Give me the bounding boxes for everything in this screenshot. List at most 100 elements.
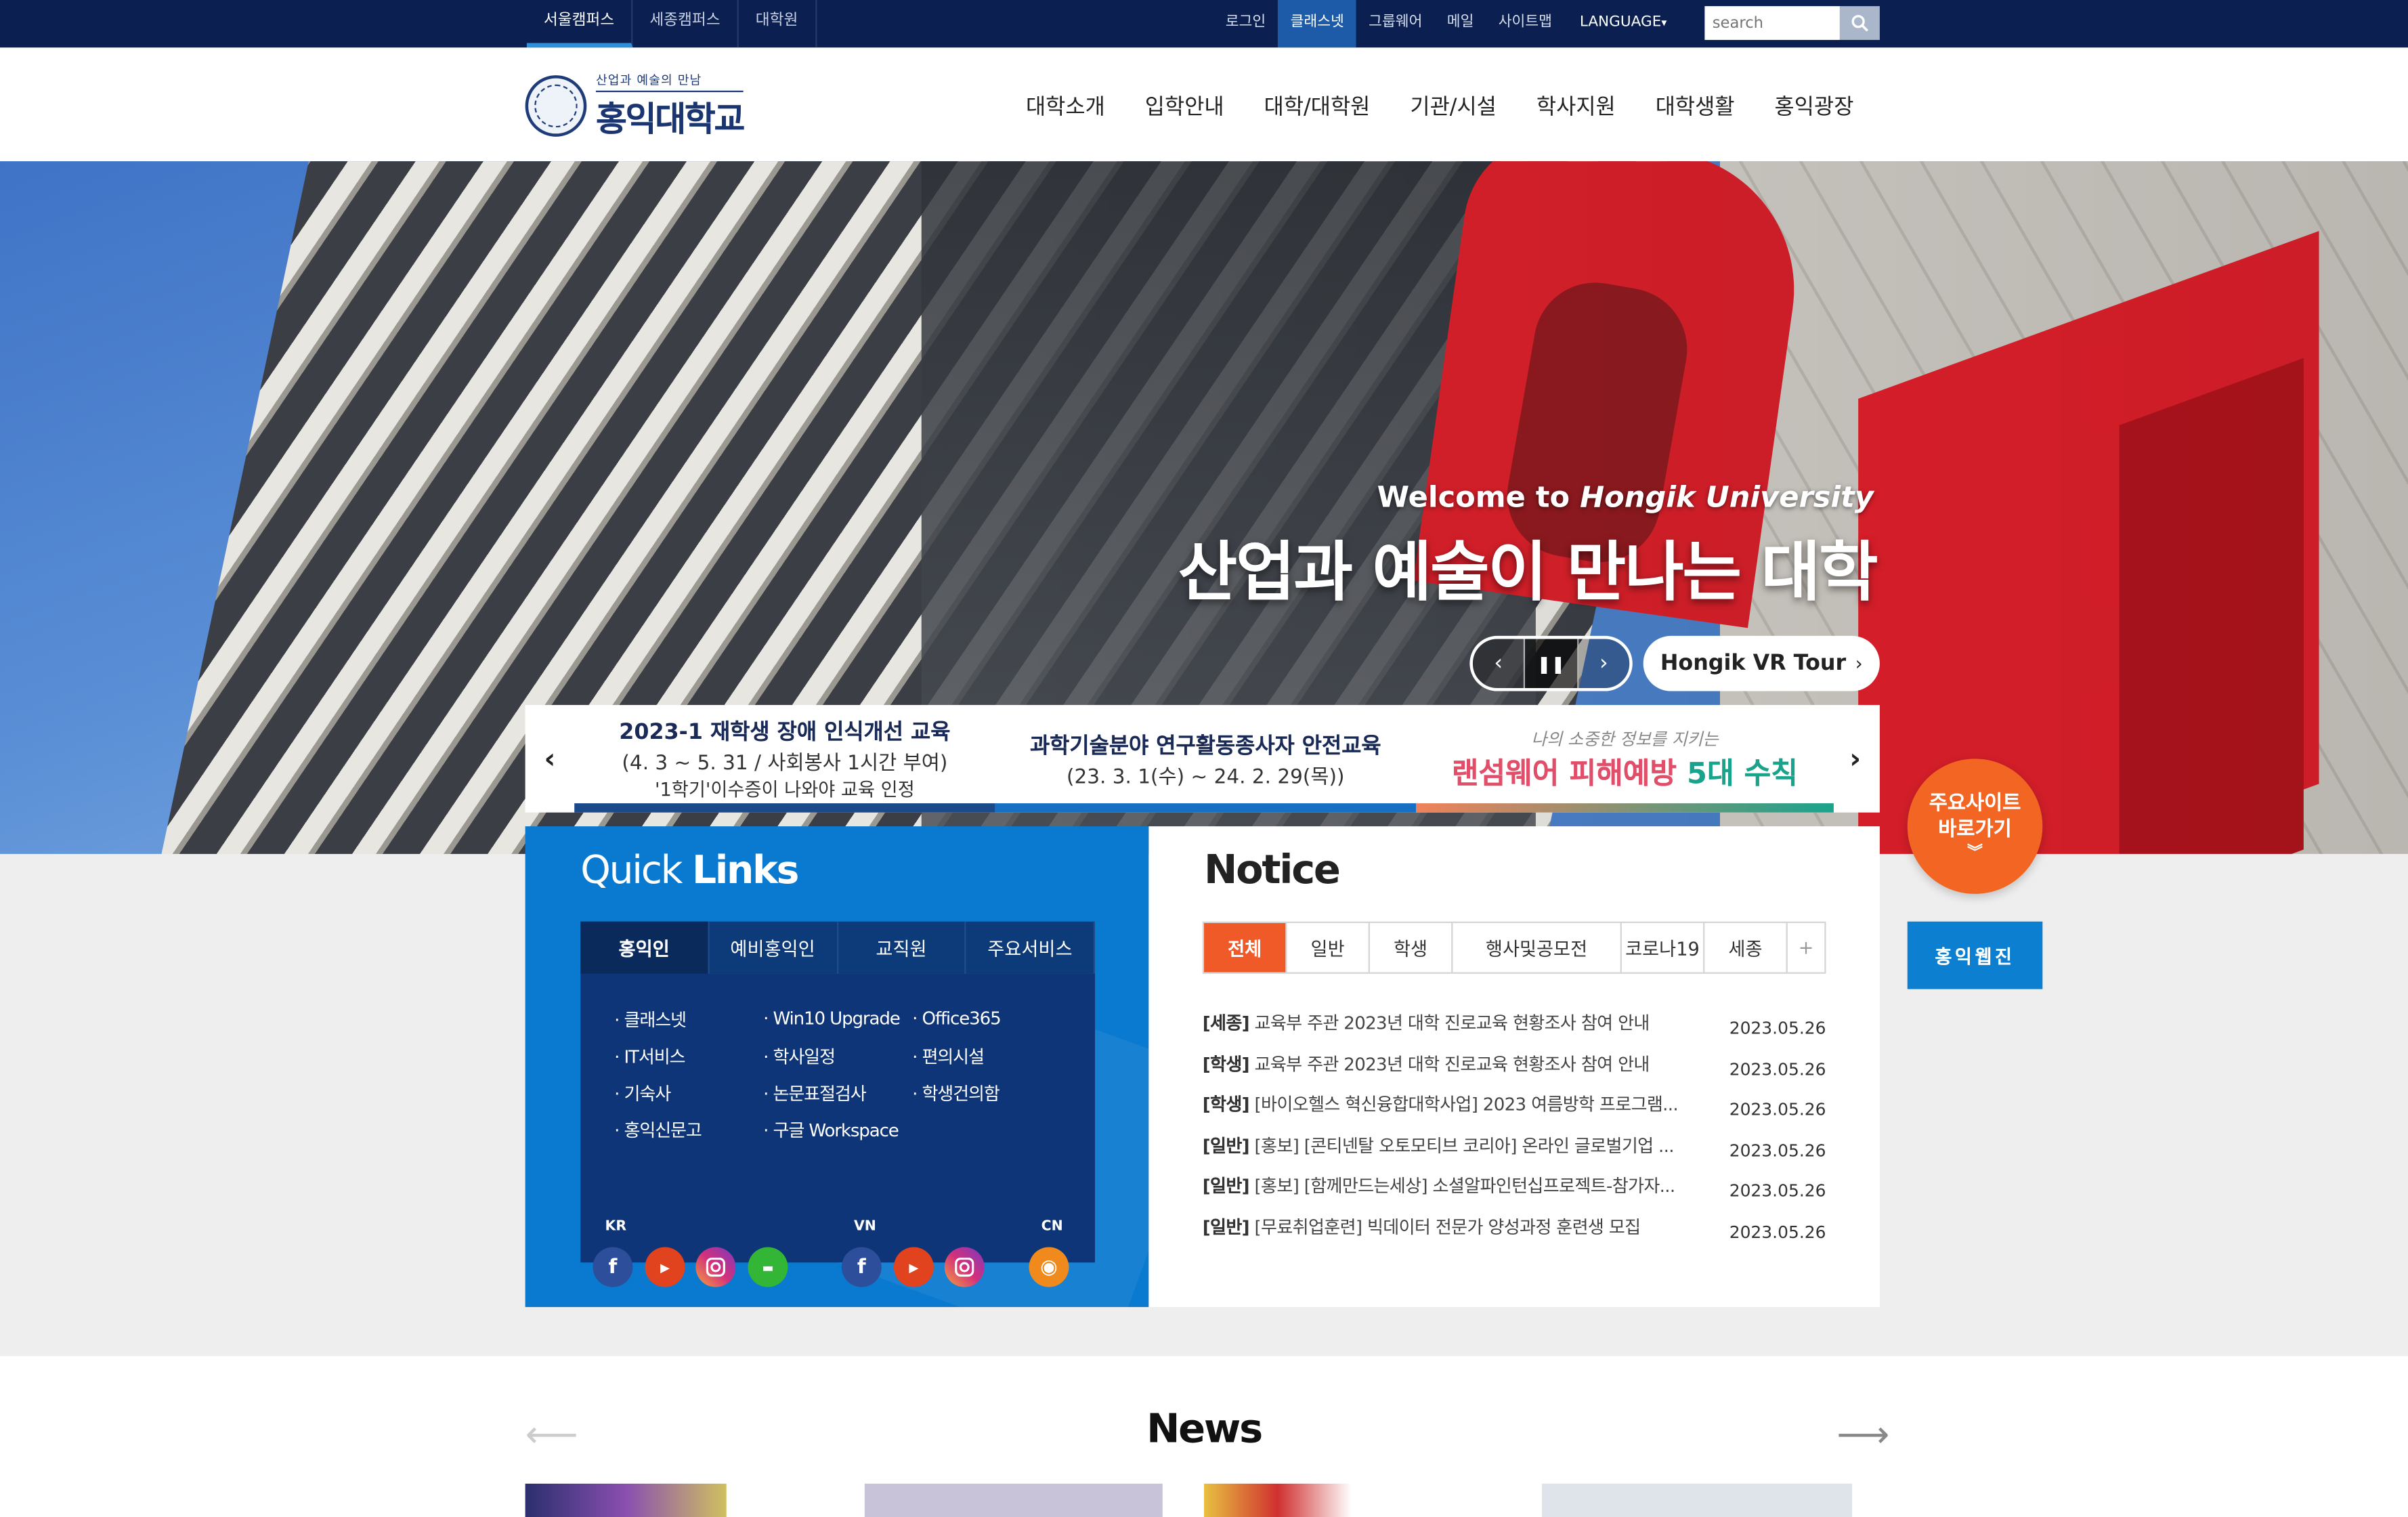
nav-plaza[interactable]: 홍익광장 <box>1755 91 1874 121</box>
notice-item[interactable]: [세종] 교육부 주관 2023년 대학 진로교육 현황조사 참여 안내 2023… <box>1203 1008 1826 1048</box>
groupware-link[interactable]: 그룹웨어 <box>1356 0 1435 47</box>
news-thumbnail[interactable] <box>864 1483 1163 1517</box>
notice-item[interactable]: [학생] 교육부 주관 2023년 대학 진로교육 현황조사 참여 안내 2023… <box>1203 1048 1826 1089</box>
notice-item[interactable]: [일반] [무료취업훈련] 빅데이터 전문가 양성과정 훈련생 모집 2023.0… <box>1203 1211 1826 1252</box>
quick-link-it-service[interactable]: · IT서비스 <box>614 1044 702 1081</box>
banner-item-ransomware[interactable]: 나의 소중한 정보를 지키는 랜섬웨어 피해예방 5대 수칙 <box>1416 705 1834 813</box>
chevron-right-icon: › <box>1849 742 1862 775</box>
weibo-icon[interactable]: ◉ <box>1029 1247 1069 1287</box>
news-thumbnail[interactable] <box>525 1483 727 1517</box>
youtube-icon[interactable]: ▶ <box>645 1247 685 1287</box>
tab-main-services[interactable]: 주요서비스 <box>966 921 1096 974</box>
notice-text: [홍보] [함께만드는세상] 소셜알파인턴십프로젝트-참가자... <box>1249 1174 1675 1197</box>
social-label-cn: CN <box>1035 1219 1069 1235</box>
news-prev-button[interactable]: ⟵ <box>525 1413 578 1456</box>
banner-underline <box>995 803 1417 813</box>
tab-prospective-students[interactable]: 예비홍익인 <box>709 921 838 974</box>
vr-tour-label: Hongik VR Tour <box>1660 651 1847 676</box>
quick-link-dormitory[interactable]: · 기숙사 <box>614 1082 702 1118</box>
quick-link-office365[interactable]: · Office365 <box>912 1008 1002 1044</box>
university-logo[interactable]: 산업과 예술의 만남 홍익대학교 <box>525 73 802 139</box>
nav-academic[interactable]: 학사지원 <box>1516 91 1635 121</box>
slider-pause-button[interactable]: ❚❚ <box>1525 639 1578 689</box>
social-label-kr: KR <box>599 1219 633 1235</box>
banner-prev-button[interactable]: ‹ <box>525 705 575 813</box>
instagram-icon[interactable] <box>944 1247 985 1287</box>
banner-kicker: 나의 소중한 정보를 지키는 <box>1531 729 1719 749</box>
classnet-link[interactable]: 클래스넷 <box>1278 0 1357 48</box>
search-button[interactable] <box>1839 6 1880 40</box>
quick-link-academic-calendar[interactable]: · 학사일정 <box>763 1044 900 1081</box>
youtube-icon[interactable]: ▶ <box>893 1247 934 1287</box>
instagram-icon[interactable] <box>695 1247 736 1287</box>
banner-underline <box>1416 803 1834 813</box>
mail-link[interactable]: 메일 <box>1435 0 1486 47</box>
webzine-button[interactable]: 홍익웹진 <box>1907 921 2043 989</box>
news-next-button[interactable]: ⟶ <box>1836 1413 1889 1456</box>
quick-link-amenities[interactable]: · 편의시설 <box>912 1044 1000 1081</box>
notice-item[interactable]: [학생] [바이오헬스 혁신융합대학사업] 2023 여름방학 프로그램... 2… <box>1203 1089 1826 1130</box>
nav-campus-life[interactable]: 대학생활 <box>1635 91 1755 121</box>
quick-link-win10[interactable]: · Win10 Upgrade <box>763 1008 901 1044</box>
notice-title: Notice <box>1204 847 1341 894</box>
main-sites-shortcut-button[interactable]: 주요사이트 바로가기 ︾ <box>1907 758 2043 894</box>
quick-links-tabs: 홍익인 예비홍익인 교직원 주요서비스 <box>580 921 1096 974</box>
more-notices-button[interactable]: + <box>1788 923 1824 973</box>
tab-sejong-campus[interactable]: 세종캠퍼스 <box>632 0 739 48</box>
news-thumbnail[interactable] <box>1204 1483 1352 1517</box>
banner-item-safety-education[interactable]: 과학기술분야 연구활동종사자 안전교육 (23. 3. 1(수) ~ 24. 2… <box>995 705 1417 813</box>
notice-item[interactable]: [일반] [홍보] [콘티넨탈 오토모티브 코리아] 온라인 글로벌기업 ...… <box>1203 1130 1826 1170</box>
language-label: LANGUAGE <box>1579 14 1662 31</box>
tab-graduate-school[interactable]: 대학원 <box>739 0 817 48</box>
facebook-icon[interactable]: f <box>841 1247 882 1287</box>
quick-link-suggestion-box[interactable]: · 학생건의함 <box>912 1082 1000 1118</box>
notice-list: [세종] 교육부 주관 2023년 대학 진로교육 현황조사 참여 안내 2023… <box>1203 1008 1826 1252</box>
nav-colleges[interactable]: 대학/대학원 <box>1244 91 1390 121</box>
notice-date: 2023.05.26 <box>1729 1099 1826 1120</box>
quick-title-part-b: Links <box>692 847 799 893</box>
tab-covid19[interactable]: 코로나19 <box>1622 923 1705 973</box>
hero-welcome-text: Welcome to Hongik University <box>1167 481 1874 515</box>
tab-all[interactable]: 전체 <box>1204 923 1287 973</box>
tab-seoul-campus[interactable]: 서울캠퍼스 <box>526 0 633 48</box>
news-thumbnail[interactable] <box>1541 1483 1853 1517</box>
quick-links-column-3: · Office365 · 편의시설 · 학생건의함 <box>912 1008 1002 1118</box>
quick-link-classnet[interactable]: · 클래스넷 <box>614 1008 702 1044</box>
tab-general[interactable]: 일반 <box>1287 923 1370 973</box>
notice-item[interactable]: [일반] [홍보] [함께만드는세상] 소셜알파인턴십프로젝트-참가자... 20… <box>1203 1170 1826 1211</box>
arrow-left-icon: ⟵ <box>525 1413 578 1456</box>
notice-text: [바이오헬스 혁신융합대학사업] 2023 여름방학 프로그램... <box>1249 1093 1679 1115</box>
line-icon[interactable]: ▬ <box>748 1247 788 1287</box>
quick-links-column-1: · 클래스넷 · IT서비스 · 기숙사 · 홍익신문고 <box>614 1008 702 1155</box>
quick-link-google-workspace[interactable]: · 구글 Workspace <box>763 1118 900 1155</box>
tab-hongik-members[interactable]: 홍익인 <box>580 921 710 974</box>
tab-student[interactable]: 학생 <box>1370 923 1453 973</box>
notice-text: [홍보] [콘티넨탈 오토모티브 코리아] 온라인 글로벌기업 ... <box>1249 1134 1674 1156</box>
quick-link-petition[interactable]: · 홍익신문고 <box>614 1118 702 1155</box>
slider-next-button[interactable]: › <box>1578 639 1630 688</box>
main-navigation: 대학소개 입학안내 대학/대학원 기관/시설 학사지원 대학생활 홍익광장 <box>1006 91 1873 121</box>
banner-title: 2023-1 재학생 장애 인식개선 교육 <box>619 720 951 745</box>
nav-about[interactable]: 대학소개 <box>1006 91 1125 121</box>
notice-text: [무료취업훈련] 빅데이터 전문가 양성과정 훈련생 모집 <box>1249 1216 1641 1237</box>
slider-prev-button[interactable]: ‹ <box>1473 639 1526 689</box>
language-dropdown[interactable]: LANGUAGE▾ <box>1564 0 1682 47</box>
nav-admission[interactable]: 입학안내 <box>1125 91 1244 121</box>
banner-next-button[interactable]: › <box>1830 705 1880 813</box>
nav-facilities[interactable]: 기관/시설 <box>1390 91 1517 121</box>
tab-sejong[interactable]: 세종 <box>1704 923 1788 973</box>
sitemap-link[interactable]: 사이트맵 <box>1486 0 1565 47</box>
banner-subtitle: (23. 3. 1(수) ~ 24. 2. 29(목)) <box>1067 765 1345 789</box>
facebook-icon[interactable]: f <box>593 1247 633 1287</box>
quick-link-plagiarism-check[interactable]: · 논문표절검사 <box>763 1082 900 1118</box>
notice-category: [일반] <box>1202 1174 1250 1197</box>
banner-item-disability-education[interactable]: 2023-1 재학생 장애 인식개선 교육 (4. 3 ~ 5. 31 / 사회… <box>574 705 995 813</box>
search-input[interactable] <box>1704 6 1840 40</box>
banner-title-part-a: 랜섬웨어 피해예방 <box>1451 756 1687 790</box>
tab-faculty-staff[interactable]: 교직원 <box>838 921 967 974</box>
notice-category: [학생] <box>1202 1052 1250 1075</box>
banner-subtitle: (4. 3 ~ 5. 31 / 사회봉사 1시간 부여) <box>622 752 948 776</box>
login-link[interactable]: 로그인 <box>1213 0 1278 47</box>
tab-events[interactable]: 행사및공모전 <box>1453 923 1622 973</box>
vr-tour-button[interactable]: Hongik VR Tour › <box>1643 635 1880 691</box>
